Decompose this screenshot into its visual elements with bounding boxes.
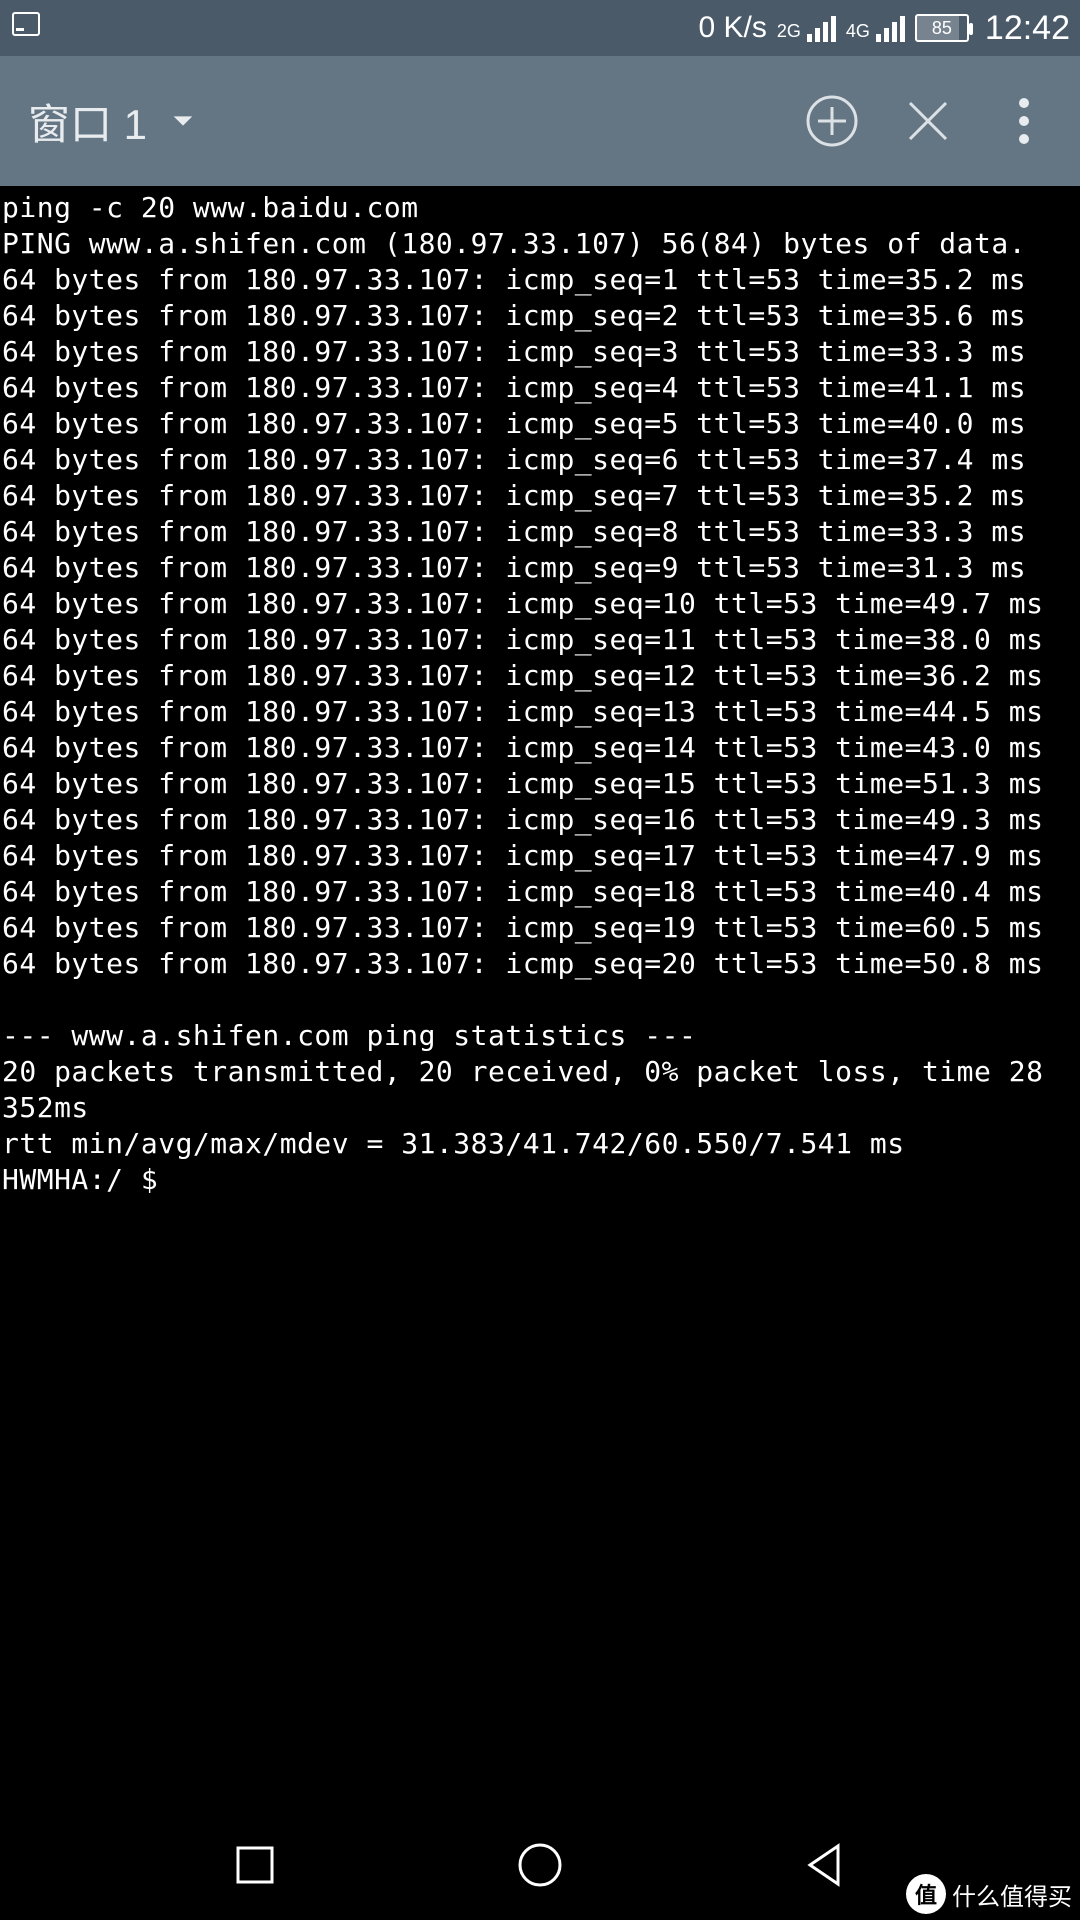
- watermark-text: 什么值得买: [952, 1877, 1072, 1912]
- close-button[interactable]: [900, 93, 956, 149]
- watermark-badge: 值: [906, 1874, 946, 1914]
- recent-apps-button[interactable]: [225, 1835, 285, 1895]
- signal-2g-icon: 2G: [777, 14, 836, 42]
- overflow-menu-button[interactable]: [996, 93, 1052, 149]
- home-button[interactable]: [510, 1835, 570, 1895]
- tab-label: 窗口 1: [28, 91, 147, 152]
- battery-icon: 85: [915, 14, 969, 42]
- terminal-output[interactable]: ping -c 20 www.baidu.com PING www.a.shif…: [0, 186, 1080, 1810]
- watermark: 值 什么值得买: [906, 1874, 1072, 1914]
- new-tab-button[interactable]: [804, 93, 860, 149]
- shell-prompt: HWMHA:/ $: [2, 1163, 176, 1196]
- clock: 12:42: [985, 9, 1070, 48]
- chevron-down-icon: [169, 97, 197, 145]
- tab-selector[interactable]: 窗口 1: [28, 91, 197, 152]
- terminal-indicator-icon: [10, 8, 42, 48]
- navigation-bar: 值 什么值得买: [0, 1810, 1080, 1920]
- app-bar: 窗口 1: [0, 56, 1080, 186]
- signal-4g-icon: 4G: [846, 14, 905, 42]
- network-speed: 0 K/s: [699, 11, 767, 45]
- back-button[interactable]: [795, 1835, 855, 1895]
- status-bar: 0 K/s 2G 4G 85 12:42: [0, 0, 1080, 56]
